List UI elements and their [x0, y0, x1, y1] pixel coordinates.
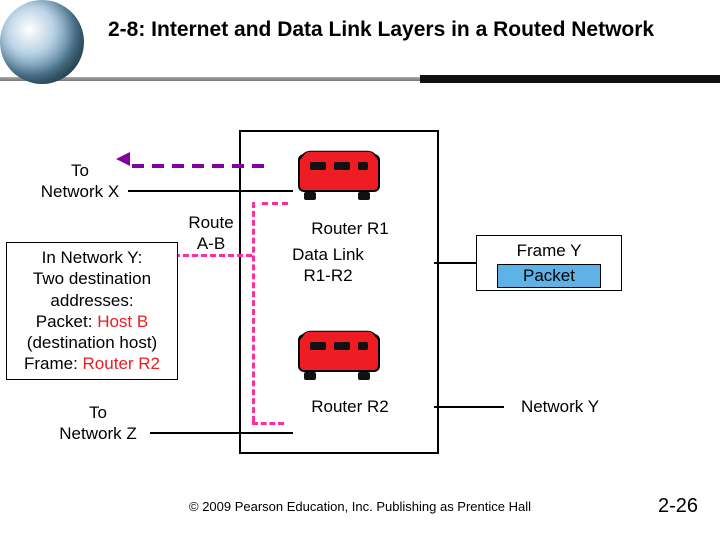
page-number: 2-26 [658, 495, 698, 518]
line-to-network-y [434, 406, 504, 408]
box-line1: In Network Y: [7, 247, 177, 268]
packet-label: Packet [523, 266, 575, 285]
pink-route-vertical [252, 202, 255, 422]
network-y-label: Network Y [510, 396, 610, 417]
router-r2-label: Router R2 [300, 396, 400, 417]
title-underline-dark [420, 75, 720, 83]
copyright-footer: © 2009 Pearson Education, Inc. Publishin… [0, 499, 720, 514]
diagram-stage: Router R1 Router R2 To Network X To Netw… [0, 90, 720, 490]
box-line5: (destination host) [7, 332, 177, 353]
route-ab-label: Route A-B [176, 212, 246, 255]
page-title: 2-8: Internet and Data Link Layers in a … [108, 16, 668, 44]
box-line2: Two destination [7, 268, 177, 289]
arrow-purple-icon [116, 152, 130, 166]
frame-y-box: Frame Y Packet [476, 235, 622, 291]
packet-box: Packet [497, 264, 601, 288]
line-to-network-x [128, 190, 293, 192]
router-r1-label: Router R1 [300, 218, 400, 239]
router-r2-red: Router R2 [83, 354, 160, 373]
pink-route-top [262, 202, 288, 205]
line-to-network-z [150, 432, 293, 434]
box-line4: Packet: Host B [7, 311, 177, 332]
router-r1-icon [292, 142, 382, 200]
datalink-label: Data Link R1-R2 [278, 244, 378, 287]
globe-decoration [0, 0, 84, 84]
to-network-z-label: To Network Z [48, 402, 148, 445]
to-network-x-label: To Network X [30, 160, 130, 203]
line-to-frame-y [434, 262, 476, 264]
network-y-address-box: In Network Y: Two destination addresses:… [6, 242, 178, 380]
pink-route-horizontal [252, 422, 284, 425]
router-r2-icon [292, 322, 382, 380]
pink-route-to-box [174, 254, 252, 257]
frame-y-label: Frame Y [477, 240, 621, 261]
box-line6: Frame: Router R2 [7, 353, 177, 374]
box-line3: addresses: [7, 290, 177, 311]
host-b-red: Host B [97, 312, 148, 331]
